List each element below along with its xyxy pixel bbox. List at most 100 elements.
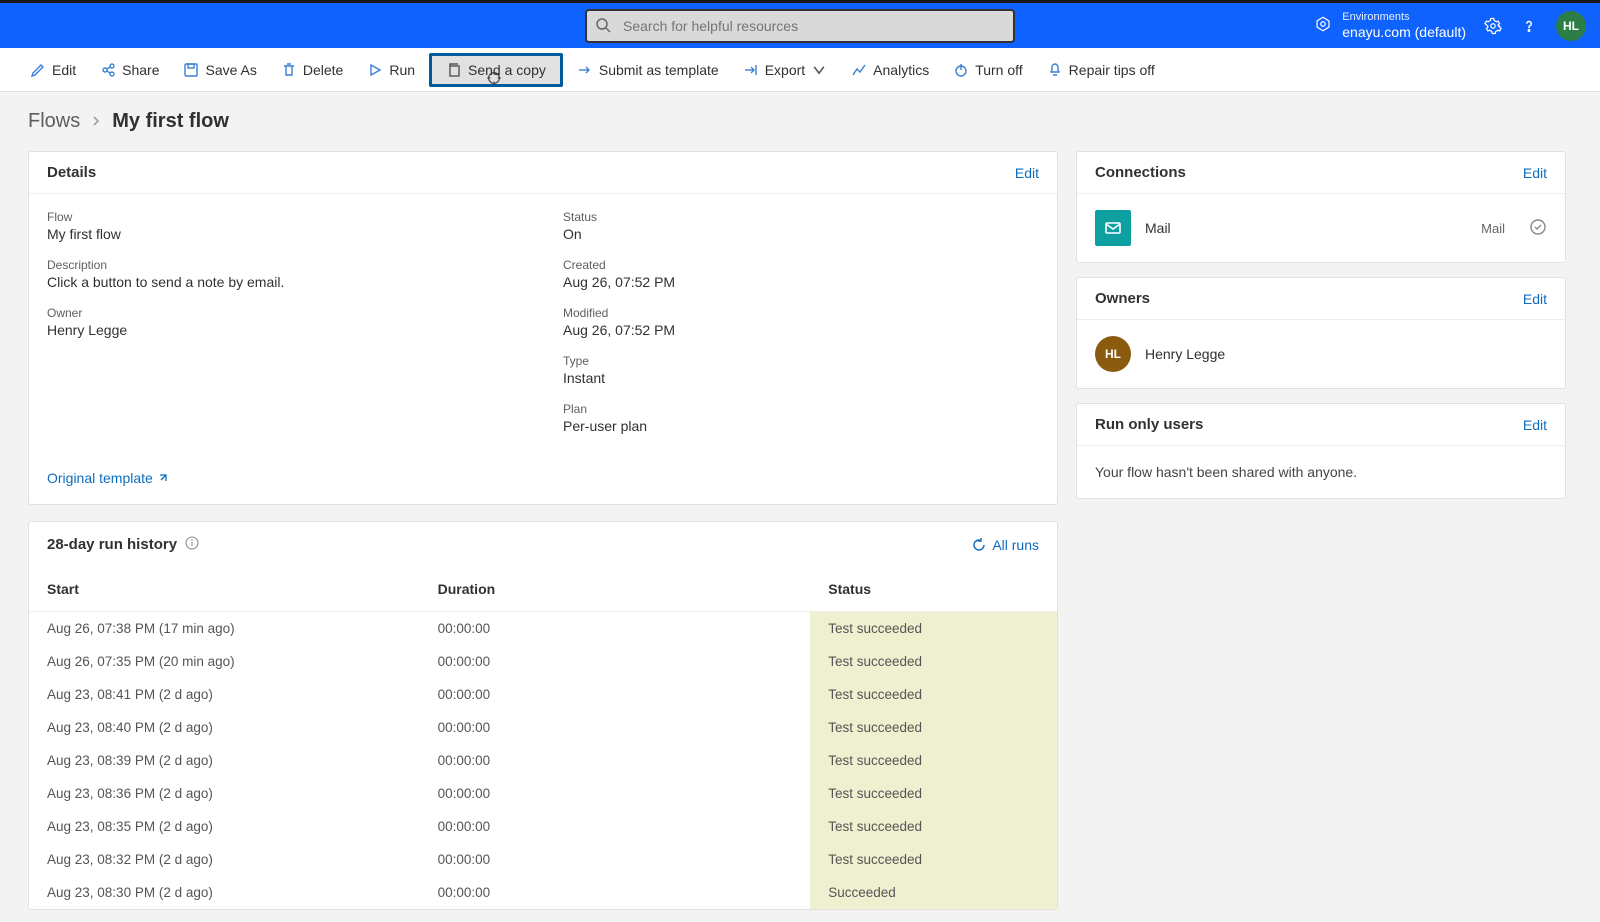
owners-edit-link[interactable]: Edit <box>1523 291 1547 307</box>
run-start: Aug 26, 07:35 PM (20 min ago) <box>29 645 420 678</box>
analytics-button[interactable]: Analytics <box>841 56 939 84</box>
original-template-link[interactable]: Original template <box>47 470 169 486</box>
connections-title: Connections <box>1095 164 1186 181</box>
modified-label: Modified <box>563 306 1039 320</box>
breadcrumb-root[interactable]: Flows <box>28 110 80 133</box>
top-bar: Environments enayu.com (default) HL <box>0 0 1600 48</box>
run-history-card: 28-day run history All runs Start Durati… <box>28 521 1058 910</box>
run-status: Test succeeded <box>810 678 1057 711</box>
table-row[interactable]: Aug 23, 08:41 PM (2 d ago)00:00:00Test s… <box>29 678 1057 711</box>
run-start: Aug 23, 08:32 PM (2 d ago) <box>29 843 420 876</box>
run-only-users-card: Run only users Edit Your flow hasn't bee… <box>1076 403 1566 499</box>
run-start: Aug 23, 08:40 PM (2 d ago) <box>29 711 420 744</box>
environment-picker[interactable]: Environments enayu.com (default) <box>1314 11 1466 41</box>
run-duration: 00:00:00 <box>420 876 811 909</box>
run-status: Test succeeded <box>810 744 1057 777</box>
run-button[interactable]: Run <box>357 56 425 84</box>
search-container <box>585 9 1015 43</box>
type-label: Type <box>563 354 1039 368</box>
table-row[interactable]: Aug 23, 08:40 PM (2 d ago)00:00:00Test s… <box>29 711 1057 744</box>
run-only-empty-text: Your flow hasn't been shared with anyone… <box>1077 446 1565 498</box>
environment-label: Environments <box>1342 11 1466 24</box>
run-start: Aug 23, 08:41 PM (2 d ago) <box>29 678 420 711</box>
details-edit-link[interactable]: Edit <box>1015 165 1039 181</box>
edit-button[interactable]: Edit <box>20 56 86 84</box>
owner-label: Owner <box>47 306 523 320</box>
chevron-right-icon <box>90 110 102 133</box>
run-status: Succeeded <box>810 876 1057 909</box>
run-history-table: Start Duration Status Aug 26, 07:38 PM (… <box>29 567 1057 909</box>
col-duration[interactable]: Duration <box>420 567 811 612</box>
modified-value: Aug 26, 07:52 PM <box>563 322 1039 338</box>
help-icon[interactable] <box>1520 17 1538 35</box>
environment-icon <box>1314 15 1332 36</box>
share-button[interactable]: Share <box>90 56 169 84</box>
run-duration: 00:00:00 <box>420 678 811 711</box>
run-duration: 00:00:00 <box>420 843 811 876</box>
search-input[interactable] <box>585 9 1015 43</box>
table-row[interactable]: Aug 26, 07:38 PM (17 min ago)00:00:00Tes… <box>29 612 1057 646</box>
col-status[interactable]: Status <box>810 567 1057 612</box>
status-label: Status <box>563 210 1039 224</box>
run-duration: 00:00:00 <box>420 711 811 744</box>
table-row[interactable]: Aug 23, 08:36 PM (2 d ago)00:00:00Test s… <box>29 777 1057 810</box>
table-row[interactable]: Aug 23, 08:30 PM (2 d ago)00:00:00Succee… <box>29 876 1057 909</box>
created-value: Aug 26, 07:52 PM <box>563 274 1039 290</box>
type-value: Instant <box>563 370 1039 386</box>
col-start[interactable]: Start <box>29 567 420 612</box>
save-as-button[interactable]: Save As <box>173 56 266 84</box>
table-row[interactable]: Aug 23, 08:39 PM (2 d ago)00:00:00Test s… <box>29 744 1057 777</box>
refresh-icon <box>972 538 986 552</box>
status-value: On <box>563 226 1039 242</box>
flow-value: My first flow <box>47 226 523 242</box>
external-link-icon <box>157 472 169 484</box>
run-status: Test succeeded <box>810 711 1057 744</box>
owner-name: Henry Legge <box>1145 346 1225 362</box>
details-title: Details <box>47 164 96 181</box>
plan-label: Plan <box>563 402 1039 416</box>
plan-value: Per-user plan <box>563 418 1039 434</box>
owners-card: Owners Edit HL Henry Legge <box>1076 277 1566 389</box>
description-value: Click a button to send a note by email. <box>47 274 523 290</box>
send-copy-button[interactable]: Send a copy <box>429 53 563 87</box>
mail-icon <box>1095 210 1131 246</box>
owner-item[interactable]: HL Henry Legge <box>1077 320 1565 388</box>
table-row[interactable]: Aug 23, 08:32 PM (2 d ago)00:00:00Test s… <box>29 843 1057 876</box>
chevron-down-icon <box>811 62 827 78</box>
run-status: Test succeeded <box>810 843 1057 876</box>
run-status: Test succeeded <box>810 810 1057 843</box>
description-label: Description <box>47 258 523 272</box>
owner-value: Henry Legge <box>47 322 523 338</box>
flow-label: Flow <box>47 210 523 224</box>
settings-icon[interactable] <box>1484 17 1502 35</box>
breadcrumb-current: My first flow <box>112 110 229 133</box>
export-button[interactable]: Export <box>733 56 837 84</box>
info-icon[interactable] <box>185 536 199 553</box>
breadcrumb: Flows My first flow <box>0 92 1600 139</box>
table-row[interactable]: Aug 26, 07:35 PM (20 min ago)00:00:00Tes… <box>29 645 1057 678</box>
connection-type: Mail <box>1481 221 1515 236</box>
run-only-title: Run only users <box>1095 416 1203 433</box>
connections-edit-link[interactable]: Edit <box>1523 165 1547 181</box>
run-duration: 00:00:00 <box>420 744 811 777</box>
all-runs-link[interactable]: All runs <box>972 537 1039 553</box>
run-start: Aug 23, 08:39 PM (2 d ago) <box>29 744 420 777</box>
run-start: Aug 26, 07:38 PM (17 min ago) <box>29 612 420 646</box>
turn-off-button[interactable]: Turn off <box>943 56 1032 84</box>
table-row[interactable]: Aug 23, 08:35 PM (2 d ago)00:00:00Test s… <box>29 810 1057 843</box>
command-bar: Edit Share Save As Delete Run Send a cop… <box>0 48 1600 92</box>
run-duration: 00:00:00 <box>420 612 811 646</box>
user-avatar[interactable]: HL <box>1556 11 1586 41</box>
connection-item[interactable]: Mail Mail <box>1077 194 1565 262</box>
environment-name: enayu.com (default) <box>1342 24 1466 41</box>
delete-button[interactable]: Delete <box>271 56 353 84</box>
repair-tips-button[interactable]: Repair tips off <box>1037 56 1165 84</box>
run-start: Aug 23, 08:30 PM (2 d ago) <box>29 876 420 909</box>
owner-avatar: HL <box>1095 336 1131 372</box>
run-duration: 00:00:00 <box>420 777 811 810</box>
details-card: Details Edit Flow My first flow Descript… <box>28 151 1058 505</box>
submit-template-button[interactable]: Submit as template <box>567 56 729 84</box>
run-only-edit-link[interactable]: Edit <box>1523 417 1547 433</box>
run-start: Aug 23, 08:36 PM (2 d ago) <box>29 777 420 810</box>
run-start: Aug 23, 08:35 PM (2 d ago) <box>29 810 420 843</box>
